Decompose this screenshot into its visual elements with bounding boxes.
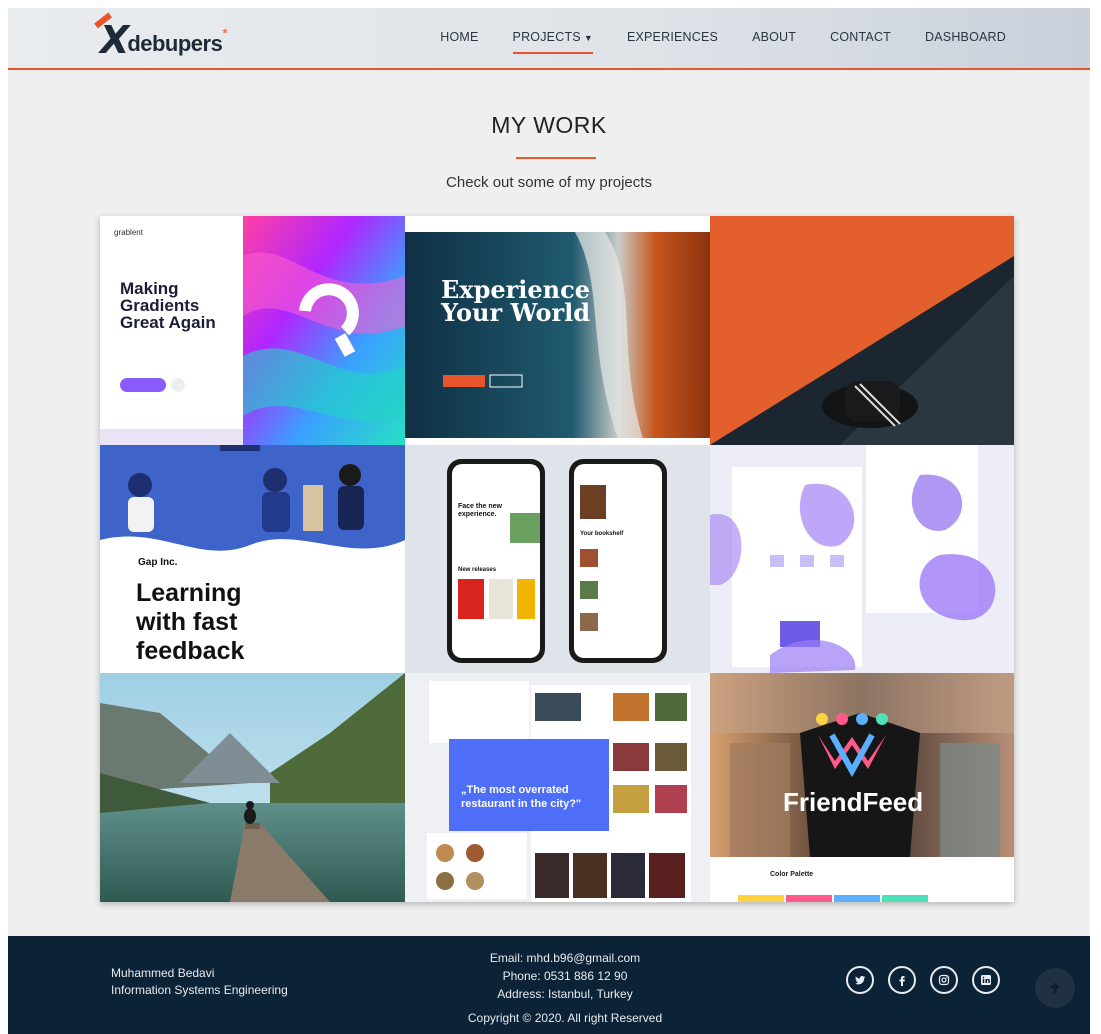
project-tile-friendfeed[interactable]: FriendFeed Color Palette bbox=[710, 673, 1014, 902]
tile-company: Gap Inc. bbox=[138, 557, 178, 568]
facebook-icon[interactable] bbox=[888, 966, 916, 994]
nav-projects[interactable]: PROJECTS ▼ bbox=[512, 30, 594, 54]
tile-label: Color Palette bbox=[770, 871, 814, 878]
project-tile-lake[interactable] bbox=[100, 673, 405, 902]
main-nav: HOME PROJECTS ▼ EXPERIENCES ABOUT CONTACT… bbox=[440, 30, 1006, 54]
tile-heading: Experience Your World bbox=[441, 275, 591, 327]
nav-dashboard[interactable]: DASHBOARD bbox=[925, 30, 1006, 50]
social-links bbox=[846, 966, 1000, 994]
tile-heading: Learning with fast feedback bbox=[136, 579, 245, 665]
logo-star: * bbox=[222, 25, 228, 41]
footer: Muhammed Bedavi Information Systems Engi… bbox=[8, 936, 1090, 1034]
logo-mark: X bbox=[94, 12, 129, 59]
project-tile-gap[interactable]: Gap Inc. Learning with fast feedback bbox=[100, 445, 405, 673]
project-tile-photo-orange[interactable] bbox=[710, 216, 1014, 445]
nav-contact[interactable]: CONTACT bbox=[830, 30, 891, 50]
section-title: MY WORK bbox=[491, 112, 607, 138]
project-tile-gradients[interactable]: grablent Making Gradients Great Again bbox=[100, 216, 405, 445]
project-tile-landing[interactable] bbox=[710, 445, 1014, 673]
tile-label: New releases bbox=[458, 567, 497, 573]
project-gallery: grablent Making Gradients Great Again Ex… bbox=[100, 216, 1014, 902]
logo-word: debupers bbox=[127, 31, 223, 56]
header: X debupers * HOME PROJECTS ▼ EXPERIENCES … bbox=[8, 8, 1090, 70]
tile-heading: Making Gradients Great Again bbox=[120, 279, 216, 332]
chevron-down-icon: ▼ bbox=[583, 33, 593, 43]
linkedin-icon[interactable] bbox=[972, 966, 1000, 994]
footer-copyright: Copyright © 2020. All right Reserved bbox=[467, 1011, 663, 1025]
project-tile-restaurant[interactable]: „The most overrated restaurant in the ci… bbox=[405, 673, 710, 902]
page-frame: X debupers * HOME PROJECTS ▼ EXPERIENCES … bbox=[8, 8, 1090, 1034]
tile-heading: FriendFeed bbox=[783, 787, 924, 817]
twitter-icon[interactable] bbox=[846, 966, 874, 994]
title-divider bbox=[516, 157, 596, 159]
instagram-icon[interactable] bbox=[930, 966, 958, 994]
tile-heading: Face the new experience. bbox=[458, 503, 502, 518]
nav-home[interactable]: HOME bbox=[440, 30, 478, 50]
arrow-up-icon[interactable] bbox=[1035, 968, 1075, 1008]
section-subtitle: Check out some of my projects bbox=[446, 174, 652, 191]
nav-about[interactable]: ABOUT bbox=[752, 30, 796, 50]
tile-label: Your bookshelf bbox=[580, 531, 624, 537]
site-logo[interactable]: X debupers * bbox=[94, 12, 228, 59]
tile-brand: grablent bbox=[114, 228, 143, 237]
nav-experiences[interactable]: EXPERIENCES bbox=[627, 30, 718, 50]
footer-email[interactable]: Email: mhd.b96@gmail.com bbox=[8, 949, 1090, 967]
project-tile-experience[interactable]: Experience Your World bbox=[405, 216, 710, 445]
project-tile-books[interactable]: Face the new experience. New releases Yo… bbox=[405, 445, 710, 673]
tile-quote: „The most overrated restaurant in the ci… bbox=[461, 784, 582, 810]
